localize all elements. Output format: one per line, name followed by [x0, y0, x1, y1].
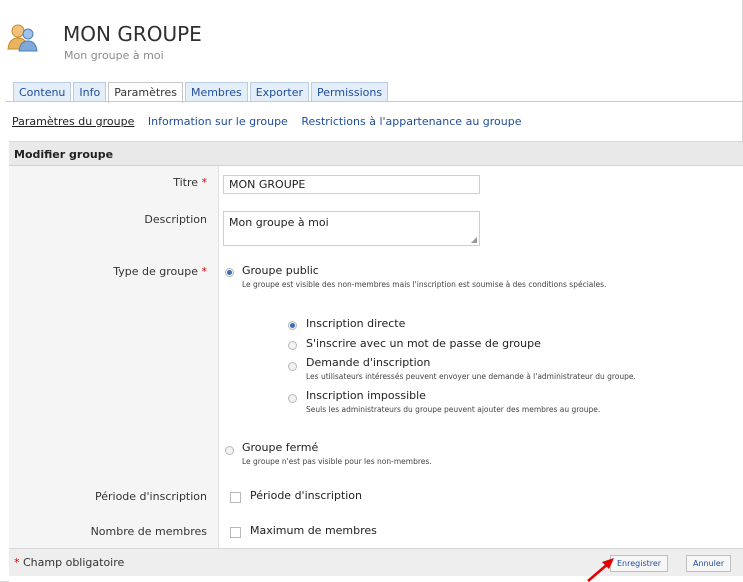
public-group-help: Le groupe est visible des non-membres ma… [242, 280, 607, 289]
required-mark: * [201, 265, 208, 278]
edit-group-form: Modifier groupe Titre * MON GROUPE Descr… [9, 141, 743, 582]
direct-signup-label: Inscription directe [306, 317, 406, 330]
title-label: Titre * [173, 176, 207, 189]
subnav-group-settings[interactable]: Paramètres du groupe [12, 115, 134, 128]
subnav-membership-restrictions[interactable]: Restrictions à l'appartenance au groupe [301, 115, 521, 128]
closed-group-help: Le groupe n'est pas visible pour les non… [242, 457, 432, 466]
tab-info[interactable]: Info [73, 82, 107, 102]
form-section-title: Modifier groupe [9, 141, 743, 166]
save-button[interactable]: Enregistrer [610, 555, 669, 572]
page-subtitle: Mon groupe à moi [64, 49, 164, 62]
public-group-label: Groupe public [242, 264, 319, 277]
tab-exporter[interactable]: Exporter [249, 82, 310, 102]
cancel-button[interactable]: Annuler [686, 555, 732, 572]
password-signup-label: S'inscrire avec un mot de passe de group… [306, 337, 541, 350]
description-label: Description [144, 213, 207, 226]
tab-parametres[interactable]: Paramètres [108, 82, 183, 103]
group-type-label: Type de groupe * [113, 265, 207, 278]
closed-group-radio[interactable] [225, 446, 234, 455]
group-icon [7, 24, 38, 52]
signup-period-checkbox[interactable] [230, 492, 241, 503]
signup-period-checkbox-label: Période d'inscription [250, 489, 363, 502]
request-signup-radio[interactable] [288, 362, 297, 371]
tab-contenu[interactable]: Contenu [13, 82, 72, 102]
title-input[interactable]: MON GROUPE [223, 175, 480, 194]
page-title: MON GROUPE [63, 22, 202, 46]
subnav-group-information[interactable]: Information sur le groupe [148, 115, 288, 128]
tab-permissions[interactable]: Permissions [311, 82, 389, 102]
tab-bar: Contenu Info Paramètres Membres Exporter… [13, 82, 389, 103]
no-signup-label: Inscription impossible [306, 389, 426, 402]
direct-signup-radio[interactable] [288, 321, 297, 330]
public-group-radio[interactable] [225, 268, 234, 277]
no-signup-help: Seuls les administrateurs du groupe peuv… [306, 405, 601, 414]
password-signup-radio[interactable] [288, 341, 297, 350]
form-footer: * Champ obligatoire Enregistrer Annuler [9, 548, 743, 576]
request-signup-help: Les utilisateurs intéressés peuvent envo… [306, 372, 636, 381]
signup-period-label: Période d'inscription [94, 490, 207, 503]
member-count-label: Nombre de membres [90, 525, 207, 538]
no-signup-radio[interactable] [288, 394, 297, 403]
tab-membres[interactable]: Membres [184, 82, 248, 102]
max-members-checkbox-label: Maximum de membres [250, 524, 377, 537]
description-textarea[interactable]: Mon groupe à moi ◢ [223, 211, 480, 246]
request-signup-label: Demande d'inscription [306, 356, 431, 369]
resize-grip-icon[interactable]: ◢ [471, 235, 477, 244]
max-members-checkbox[interactable] [230, 527, 241, 538]
required-mark: * [201, 176, 208, 189]
required-field-note: * Champ obligatoire [14, 556, 125, 569]
sub-navigation: Paramètres du groupe Information sur le … [12, 115, 532, 128]
red-arrow-annotation [587, 558, 614, 582]
tab-divider [6, 101, 743, 102]
closed-group-label: Groupe fermé [242, 441, 319, 454]
